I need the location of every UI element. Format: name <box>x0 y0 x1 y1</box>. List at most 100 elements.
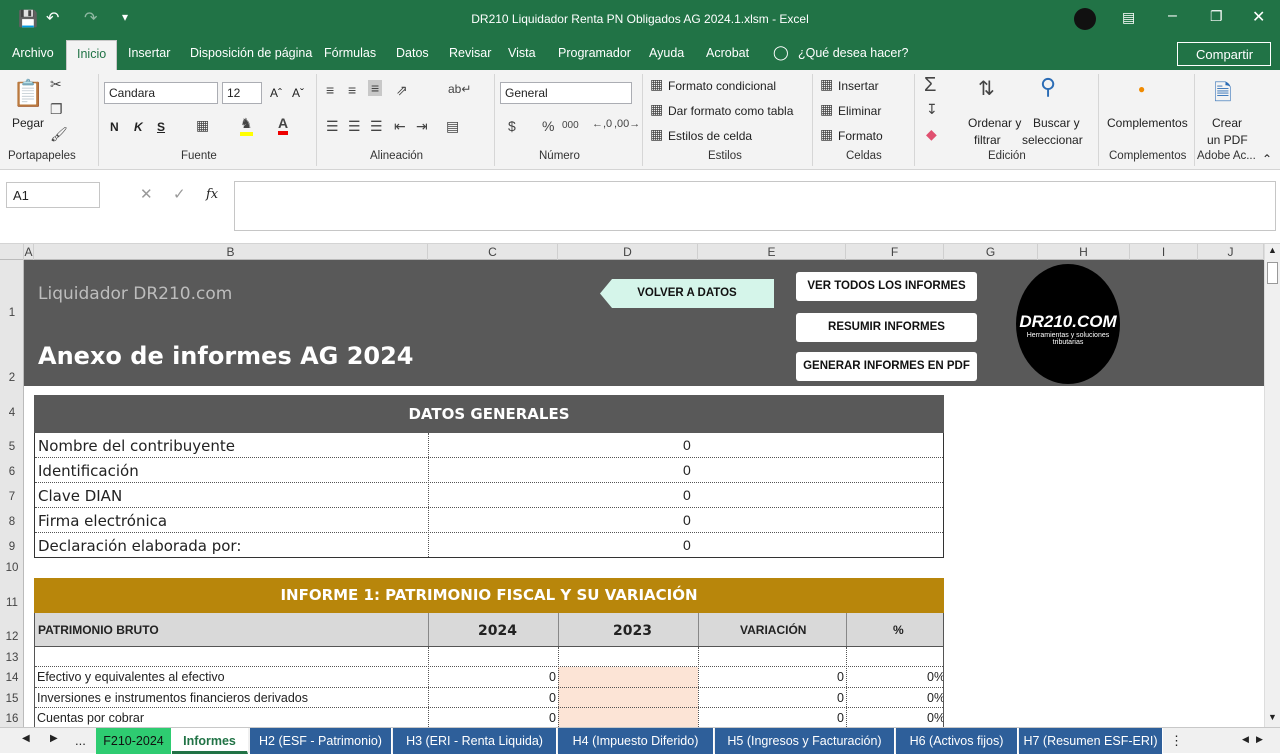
row-var[interactable]: 0 <box>837 711 844 725</box>
datos-label[interactable]: Firma electrónica <box>38 512 167 530</box>
menu-datos[interactable]: Datos <box>396 46 429 60</box>
copy-icon[interactable]: ❐ <box>50 101 63 118</box>
align-right-icon[interactable]: ☰ <box>370 118 383 135</box>
menu-disposicion[interactable]: Disposición de página <box>190 46 312 60</box>
sheet-tab-h6[interactable]: H6 (Activos fijos) <box>896 728 1018 754</box>
bold-button[interactable]: N <box>110 120 119 134</box>
align-center-icon[interactable]: ☰ <box>348 118 361 135</box>
scroll-up-icon[interactable]: ▲ <box>1268 245 1277 255</box>
insert-cells-button[interactable]: Insertar <box>838 79 879 93</box>
column-header-j[interactable]: J <box>1198 244 1264 260</box>
col-pct-header[interactable]: % <box>893 623 904 637</box>
row-header[interactable]: 1 <box>0 307 24 319</box>
row-var[interactable]: 0 <box>837 691 844 705</box>
row-header[interactable]: 10 <box>0 562 24 574</box>
grow-font-icon[interactable]: Aˆ <box>270 86 282 100</box>
restore-icon[interactable]: ❐ <box>1210 8 1223 25</box>
menu-inicio[interactable]: Inicio <box>66 40 118 70</box>
row-2024[interactable]: 0 <box>549 711 556 725</box>
fill-icon[interactable]: ↧ <box>926 101 938 118</box>
fill-color-icon[interactable]: ♞ <box>240 115 253 136</box>
align-top-icon[interactable]: ≡ <box>326 82 334 98</box>
datos-value[interactable]: 0 <box>683 512 691 528</box>
percent-icon[interactable]: % <box>542 118 554 134</box>
addins-button[interactable]: Complementos <box>1107 116 1188 130</box>
row-label[interactable]: Efectivo y equivalentes al efectivo <box>37 670 225 684</box>
row-header[interactable]: 13 <box>0 652 24 664</box>
col-label-header[interactable]: PATRIMONIO BRUTO <box>38 623 159 637</box>
column-header-a[interactable]: A <box>24 244 34 260</box>
shrink-font-icon[interactable]: Aˇ <box>292 86 304 100</box>
paste-button[interactable]: Pegar <box>12 116 44 130</box>
delete-cells-button[interactable]: Eliminar <box>838 104 881 118</box>
next-sheet-icon[interactable]: ▶ <box>50 733 58 744</box>
insert-cells-icon[interactable]: ▦ <box>820 76 833 93</box>
column-header-i[interactable]: I <box>1130 244 1198 260</box>
datos-label[interactable]: Declaración elaborada por: <box>38 537 241 555</box>
summarize-reports-button[interactable]: RESUMIR INFORMES <box>796 313 977 342</box>
insert-function-button[interactable]: fx <box>206 187 218 202</box>
font-color-icon[interactable]: A <box>278 115 289 135</box>
row-header[interactable]: 2 <box>0 372 24 384</box>
row-header[interactable]: 12 <box>0 631 24 643</box>
minimize-icon[interactable]: – <box>1168 7 1177 25</box>
sheet-tab-informes[interactable]: Informes <box>172 728 248 754</box>
row-pct[interactable]: 0% <box>927 711 943 725</box>
italic-button[interactable]: K <box>134 120 143 134</box>
sort-filter-button[interactable]: Ordenar y <box>968 116 1021 130</box>
prev-sheet-icon[interactable]: ◀ <box>22 733 30 744</box>
datos-value[interactable]: 0 <box>683 462 691 478</box>
number-format-combo[interactable]: General <box>500 82 632 104</box>
col-var-header[interactable]: VARIACIÓN <box>740 623 806 637</box>
row-header[interactable]: 15 <box>0 693 24 705</box>
orientation-icon[interactable]: ⇗ <box>396 82 408 99</box>
menu-insertar[interactable]: Insertar <box>128 46 170 60</box>
cell-styles-icon[interactable]: ▦ <box>650 126 663 143</box>
decrease-indent-icon[interactable]: ⇤ <box>394 118 406 135</box>
more-sheets-button[interactable]: ... <box>75 733 86 748</box>
column-header-c[interactable]: C <box>428 244 558 260</box>
row-2024[interactable]: 0 <box>549 670 556 684</box>
view-all-reports-button[interactable]: VER TODOS LOS INFORMES <box>796 272 977 301</box>
menu-ayuda[interactable]: Ayuda <box>649 46 684 60</box>
column-header-f[interactable]: F <box>846 244 944 260</box>
borders-icon[interactable]: ▦ <box>196 117 209 134</box>
row-2024[interactable]: 0 <box>549 691 556 705</box>
align-left-icon[interactable]: ☰ <box>326 118 339 135</box>
more-sheets-icon[interactable]: ⋮ <box>1170 733 1183 749</box>
datos-value[interactable]: 0 <box>683 487 691 503</box>
row-header[interactable]: 11 <box>0 597 24 609</box>
row-header[interactable]: 8 <box>0 516 24 528</box>
row-header[interactable]: 7 <box>0 491 24 503</box>
col-2023-header[interactable]: 2023 <box>613 623 652 639</box>
menu-acrobat[interactable]: Acrobat <box>706 46 749 60</box>
row-label[interactable]: Cuentas por cobrar <box>37 711 144 725</box>
row-pct[interactable]: 0% <box>927 670 943 684</box>
sheet-tab-h2[interactable]: H2 (ESF - Patrimonio) <box>250 728 392 754</box>
menu-programador[interactable]: Programador <box>558 46 631 60</box>
table-format-icon[interactable]: ▦ <box>650 101 663 118</box>
increase-decimal-icon[interactable]: ←,0 <box>592 118 612 130</box>
row-header[interactable]: 4 <box>0 407 24 419</box>
delete-cells-icon[interactable]: ▦ <box>820 101 833 118</box>
formula-input[interactable] <box>234 181 1276 231</box>
hscroll-left-icon[interactable]: ◀ <box>1242 734 1249 745</box>
clear-icon[interactable]: ◆ <box>926 126 937 143</box>
back-to-data-button[interactable]: VOLVER A DATOS <box>600 279 774 308</box>
autosum-icon[interactable]: Σ <box>924 74 936 97</box>
column-header-d[interactable]: D <box>558 244 698 260</box>
font-name-combo[interactable]: Candara <box>104 82 218 104</box>
tell-me-search[interactable]: ¿Qué desea hacer? <box>798 46 909 60</box>
decrease-decimal-icon[interactable]: ,00→ <box>614 118 640 130</box>
row-header[interactable]: 5 <box>0 441 24 453</box>
sheet-tab-f210[interactable]: F210-2024 <box>96 728 172 754</box>
row-header[interactable]: 6 <box>0 466 24 478</box>
sheet-tab-h7[interactable]: H7 (Resumen ESF-ERI) <box>1019 728 1163 754</box>
paste-icon[interactable]: 📋 <box>12 78 44 109</box>
sheet-tab-h3[interactable]: H3 (ERI - Renta Liquida) <box>393 728 557 754</box>
column-header-h[interactable]: H <box>1038 244 1130 260</box>
font-size-combo[interactable]: 12 <box>222 82 262 104</box>
sort-filter-icon[interactable]: ⇅ <box>978 76 995 101</box>
comma-style-icon[interactable]: 000 <box>562 120 579 131</box>
increase-indent-icon[interactable]: ⇥ <box>416 118 428 135</box>
